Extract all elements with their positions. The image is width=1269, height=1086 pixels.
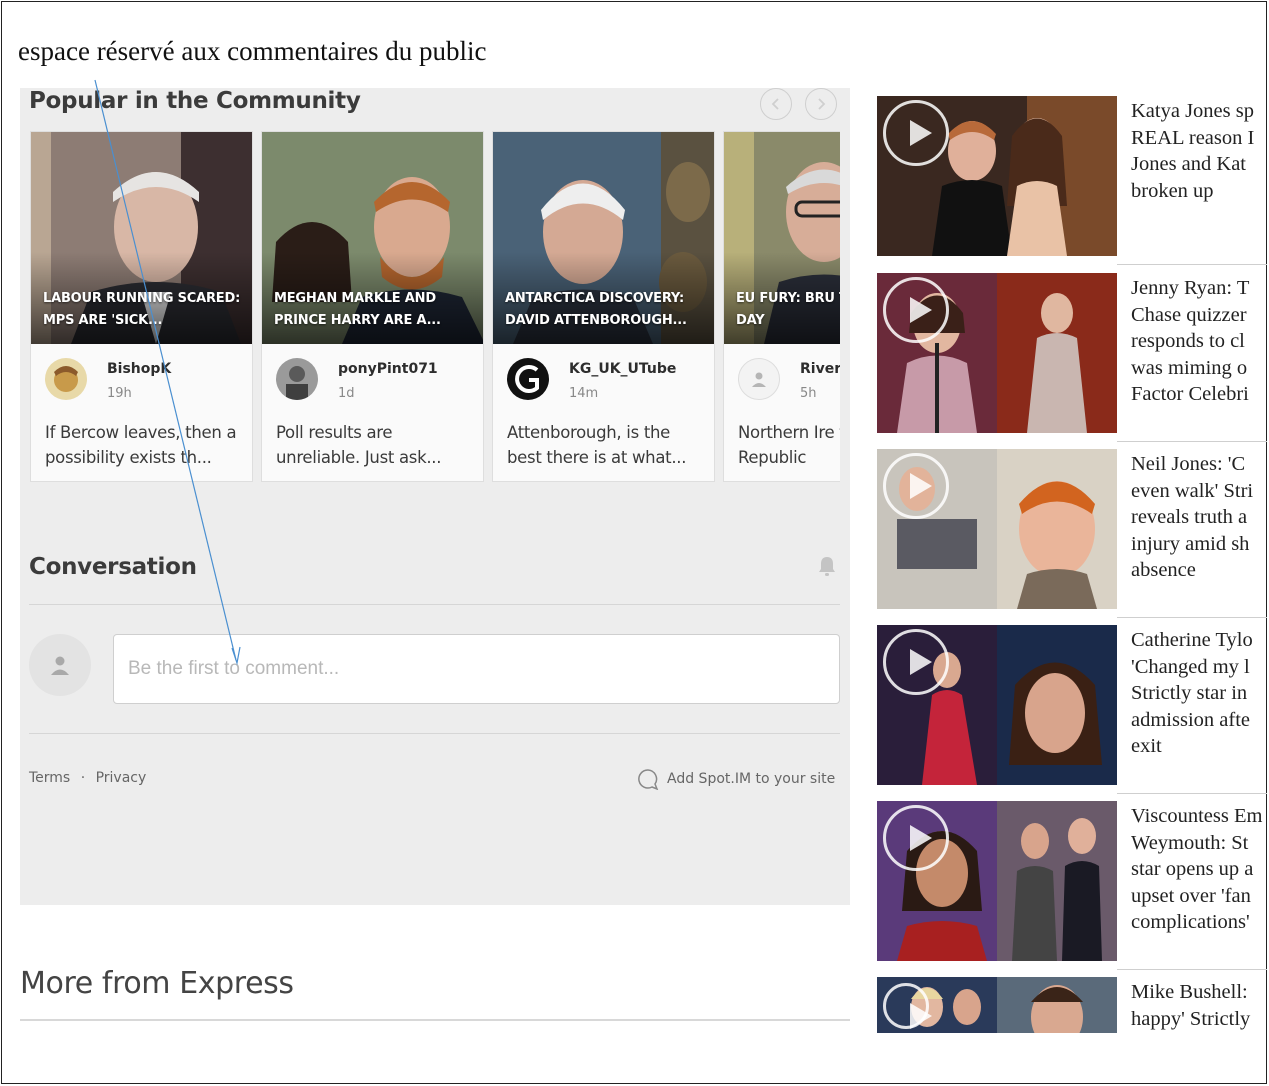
- card-timestamp: 14m: [569, 386, 599, 401]
- more-from-express-title: More from Express: [20, 966, 294, 1001]
- play-icon: [883, 629, 949, 695]
- popular-section-title: Popular in the Community: [29, 88, 361, 114]
- user-icon: [752, 372, 766, 387]
- card-fade: [724, 467, 840, 481]
- video-item[interactable]: Viscountess Em Weymouth: St star opens u…: [877, 801, 1267, 961]
- video-item[interactable]: Catherine Tylo 'Changed my l Strictly st…: [877, 625, 1267, 785]
- card-username[interactable]: River: [800, 361, 840, 377]
- bell-icon: [819, 557, 835, 576]
- avatar: [507, 358, 549, 400]
- comment-input[interactable]: [113, 634, 840, 704]
- chevron-right-icon: [818, 98, 826, 110]
- avatar: [276, 358, 318, 400]
- card-image: EU FURY: BRU TO SCRAP DAY: [724, 132, 840, 344]
- privacy-link[interactable]: Privacy: [96, 770, 147, 786]
- video-title: Neil Jones: 'C even walk' Stri reveals t…: [1131, 453, 1254, 581]
- video-thumbnail: [877, 625, 1117, 785]
- divider: [1117, 617, 1267, 618]
- play-icon: [883, 453, 949, 519]
- community-card[interactable]: ANTARCTICA DISCOVERY: DAVID ATTENBOROUGH…: [492, 131, 715, 482]
- footer-links: Terms · Privacy: [29, 770, 152, 786]
- play-icon: [883, 983, 932, 1029]
- divider: [29, 733, 840, 734]
- card-timestamp: 19h: [107, 386, 132, 401]
- card-comment: Poll results are unreliable. Just ask...: [276, 423, 442, 467]
- card-comment: Northern Ire the Republic: [738, 423, 840, 467]
- video-item[interactable]: Neil Jones: 'C even walk' Stri reveals t…: [877, 449, 1267, 609]
- carousel-next-button[interactable]: [805, 88, 837, 120]
- community-card[interactable]: MEGHAN MARKLE AND PRINCE HARRY ARE A... …: [261, 131, 484, 482]
- comments-panel: Popular in the Community LABOUR RUNNING …: [20, 88, 850, 905]
- footer-separator: ·: [80, 770, 86, 786]
- video-thumbnail: [877, 449, 1117, 609]
- divider: [1117, 441, 1267, 442]
- divider: [20, 1019, 850, 1021]
- avatar: [45, 358, 87, 400]
- card-image: LABOUR RUNNING SCARED: MPS ARE 'SICK...: [31, 132, 252, 344]
- video-thumbnail: [877, 977, 1117, 1033]
- play-icon: [883, 805, 949, 871]
- add-spotim-label: Add Spot.IM to your site: [667, 771, 836, 787]
- divider: [1117, 969, 1267, 970]
- notification-bell-button[interactable]: [817, 555, 837, 581]
- divider: [29, 604, 840, 605]
- card-fade: [31, 467, 252, 481]
- video-title: Katya Jones sp REAL reason I Jones and K…: [1131, 100, 1255, 202]
- current-user-avatar: [29, 634, 91, 696]
- video-title: Viscountess Em Weymouth: St star opens u…: [1131, 805, 1263, 933]
- card-username[interactable]: KG_UK_UTube: [569, 361, 676, 377]
- card-headline: EU FURY: BRU TO SCRAP DAY: [736, 291, 840, 328]
- card-headline: LABOUR RUNNING SCARED: MPS ARE 'SICK...: [43, 291, 241, 328]
- play-icon: [883, 100, 949, 166]
- community-card[interactable]: LABOUR RUNNING SCARED: MPS ARE 'SICK... …: [30, 131, 253, 482]
- video-item[interactable]: Jenny Ryan: T Chase quizzer responds to …: [877, 273, 1267, 433]
- video-title: Mike Bushell: happy' Strictly: [1131, 981, 1251, 1030]
- card-image: ANTARCTICA DISCOVERY: DAVID ATTENBOROUGH…: [493, 132, 714, 344]
- conversation-title: Conversation: [29, 554, 197, 580]
- user-icon: [51, 656, 69, 675]
- play-icon: [883, 277, 949, 343]
- card-username[interactable]: ponyPint071: [338, 361, 438, 377]
- video-title: Jenny Ryan: T Chase quizzer responds to …: [1131, 277, 1250, 405]
- video-thumbnail: [877, 801, 1117, 961]
- card-image: MEGHAN MARKLE AND PRINCE HARRY ARE A...: [262, 132, 483, 344]
- card-comment: Attenborough, is the best there is at wh…: [507, 423, 687, 467]
- popular-carousel: LABOUR RUNNING SCARED: MPS ARE 'SICK... …: [30, 131, 840, 483]
- video-item[interactable]: Mike Bushell: happy' Strictly: [877, 977, 1267, 1033]
- card-headline: ANTARCTICA DISCOVERY: DAVID ATTENBOROUGH…: [505, 291, 687, 328]
- divider: [1117, 264, 1267, 265]
- video-item[interactable]: Katya Jones sp REAL reason I Jones and K…: [877, 96, 1267, 264]
- card-fade: [493, 467, 714, 481]
- card-fade: [262, 467, 483, 481]
- video-title: Catherine Tylo 'Changed my l Strictly st…: [1131, 629, 1253, 757]
- video-thumbnail: [877, 273, 1117, 433]
- card-timestamp: 5h: [800, 386, 817, 401]
- annotation-label: espace réservé aux commentaires du publi…: [18, 36, 487, 66]
- community-card[interactable]: EU FURY: BRU TO SCRAP DAY River 5h North…: [723, 131, 840, 482]
- chevron-left-icon: [771, 98, 779, 110]
- card-headline: MEGHAN MARKLE AND PRINCE HARRY ARE A...: [274, 291, 441, 328]
- add-spotim-link[interactable]: Add Spot.IM to your site: [637, 768, 835, 790]
- avatar: [738, 358, 780, 400]
- carousel-prev-button[interactable]: [760, 88, 792, 120]
- divider: [1117, 793, 1267, 794]
- card-timestamp: 1d: [338, 386, 355, 401]
- card-comment: If Bercow leaves, then a possibility exi…: [45, 423, 237, 467]
- video-thumbnail: [877, 96, 1117, 256]
- card-username[interactable]: BishopK: [107, 361, 171, 377]
- video-sidebar: Katya Jones sp REAL reason I Jones and K…: [877, 96, 1267, 1036]
- speech-bubble-icon: [638, 769, 659, 790]
- terms-link[interactable]: Terms: [29, 770, 70, 786]
